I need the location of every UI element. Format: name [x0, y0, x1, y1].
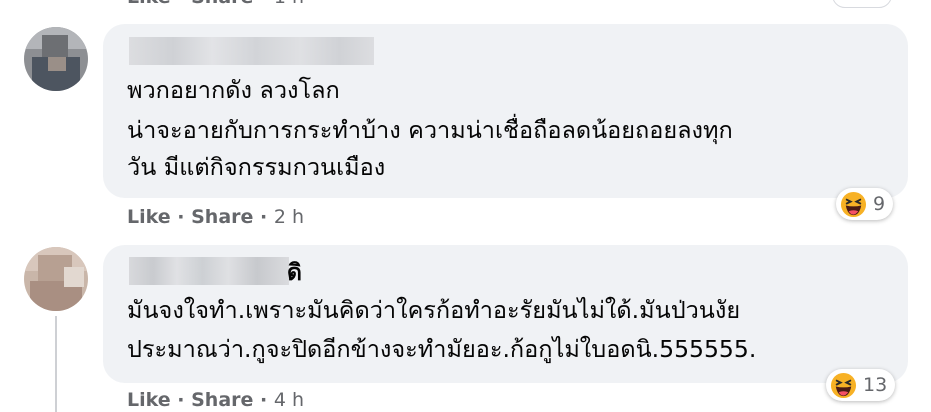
comment-text-line: น่าจะอายกับการกระทำบ้าง ความน่าเชื่อถือล…: [127, 116, 733, 144]
haha-emoji-icon: [840, 191, 867, 217]
share-link[interactable]: Share: [191, 206, 253, 228]
comment-text-line: มันจงใจทำ.เพราะมันคิดว่าใครก้อทำอะรัยมัน…: [127, 296, 741, 324]
haha-emoji-icon: [830, 372, 857, 398]
comment-text-line: ประมาณว่า.กูจะปิดอีกข้างจะทำมัยอะ.ก้อกูไ…: [127, 335, 757, 363]
timestamp[interactable]: 4 h: [274, 389, 304, 411]
like-link[interactable]: Like: [127, 389, 171, 411]
comment-actions: Like · Share · 2 h: [127, 206, 305, 228]
previous-comment-actions: Like · Share · 1 h: [127, 0, 304, 8]
timestamp[interactable]: 1 h: [274, 0, 304, 8]
share-link[interactable]: Share: [191, 389, 253, 411]
like-link[interactable]: Like: [127, 206, 171, 228]
previous-reaction-pill[interactable]: [832, 0, 892, 8]
avatar[interactable]: [24, 27, 88, 91]
reaction-count: 9: [873, 193, 886, 215]
commenter-name-redacted[interactable]: [129, 37, 374, 65]
comment-text-line: วัน มีแต่กิจกรรมกวนเมือง: [127, 153, 386, 181]
like-link[interactable]: Like: [127, 0, 171, 8]
comment-actions: Like · Share · 4 h: [127, 389, 305, 411]
reply-thread-line: [55, 316, 57, 412]
commenter-name-suffix[interactable]: ดิ: [287, 255, 302, 291]
avatar[interactable]: [24, 247, 88, 311]
share-link[interactable]: Share: [191, 0, 253, 8]
reaction-pill[interactable]: 13: [826, 369, 896, 401]
timestamp[interactable]: 2 h: [274, 206, 304, 228]
reaction-count: 13: [863, 374, 888, 396]
comment-text-line: พวกอยากดัง ลวงโลก: [127, 76, 340, 104]
reaction-pill[interactable]: 9: [836, 188, 894, 220]
commenter-name-redacted[interactable]: [129, 257, 289, 285]
